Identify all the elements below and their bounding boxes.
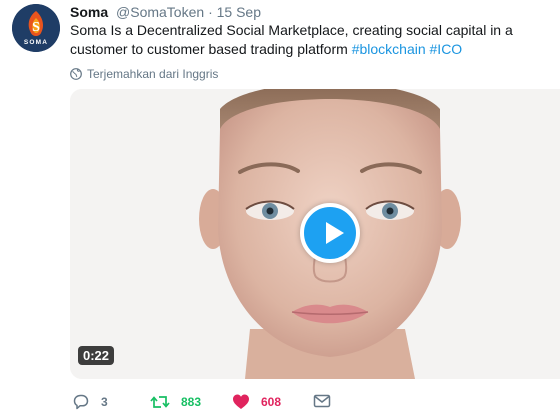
svg-text:S: S	[32, 20, 40, 35]
avatar-logo-text: SOMA	[24, 39, 48, 46]
tweet-text: Soma Is a Decentralized Social Marketpla…	[70, 21, 550, 59]
direct-message-button[interactable]	[313, 393, 342, 409]
play-button[interactable]	[300, 203, 360, 263]
hashtag-blockchain[interactable]: #blockchain	[352, 41, 426, 57]
separator: ·	[208, 4, 213, 20]
tweet-header: Soma @SomaToken · 15 Sep	[70, 3, 261, 21]
translate-link[interactable]: Terjemahkan dari Inggris	[70, 67, 218, 81]
author-handle[interactable]: @SomaToken	[116, 4, 204, 20]
play-icon	[326, 222, 344, 244]
tweet-date[interactable]: 15 Sep	[217, 4, 261, 20]
video-duration: 0:22	[78, 346, 115, 365]
retweet-count: 883	[181, 395, 202, 409]
retweet-icon	[150, 396, 170, 408]
avatar[interactable]: S SOMA	[12, 4, 60, 52]
reply-icon	[73, 394, 89, 410]
reply-count: 3	[101, 395, 108, 409]
heart-icon	[233, 394, 249, 409]
envelope-icon	[313, 394, 331, 408]
like-count: 608	[261, 395, 282, 409]
author-name[interactable]: Soma	[70, 4, 108, 20]
like-button[interactable]: 608	[232, 393, 281, 411]
hashtag-ico[interactable]: #ICO	[430, 41, 463, 57]
globe-icon	[70, 68, 82, 80]
tweet-actions: 3 883 608	[70, 393, 550, 413]
translate-label: Terjemahkan dari Inggris	[87, 67, 219, 81]
video-player[interactable]: 0:22	[70, 89, 560, 379]
retweet-button[interactable]: 883	[150, 393, 201, 411]
reply-button[interactable]: 3	[72, 393, 108, 411]
